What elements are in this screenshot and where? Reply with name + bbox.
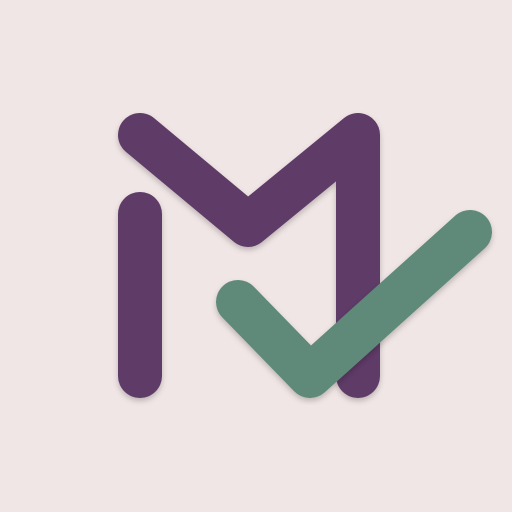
m-checkmark-logo-icon	[0, 0, 512, 512]
app-icon	[0, 0, 512, 512]
